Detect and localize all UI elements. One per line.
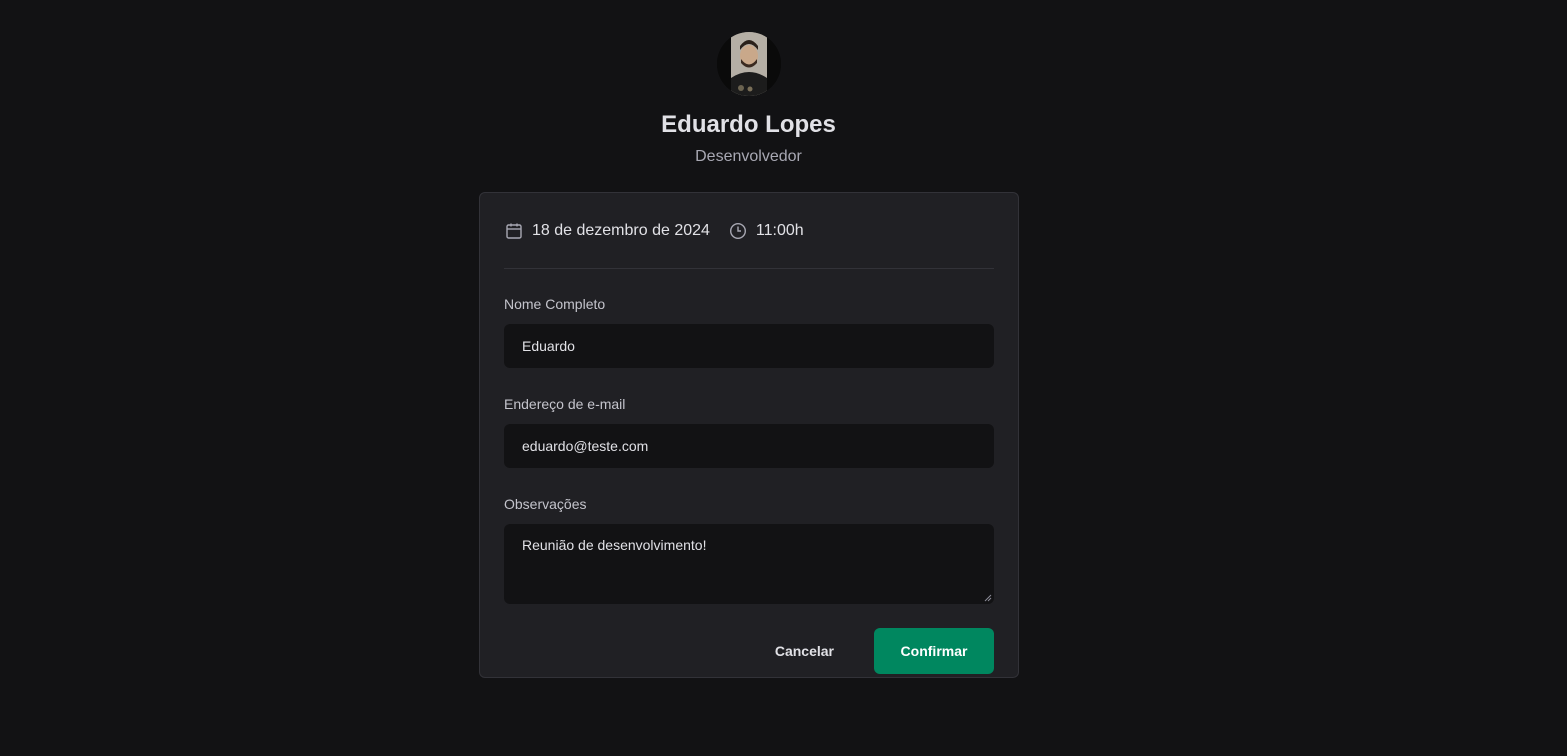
clock-icon [728, 221, 748, 241]
schedule-summary: 18 de dezembro de 2024 11:00h [504, 218, 994, 244]
notes-textarea[interactable]: Reunião de desenvolvimento! [504, 524, 994, 604]
name-input-value: Eduardo [522, 338, 575, 354]
profile-name: Eduardo Lopes [661, 111, 836, 138]
schedule-time-text: 11:00h [755, 222, 804, 239]
schedule-date-text: 18 de dezembro de 2024 [532, 222, 710, 239]
profile-role: Desenvolvedor [695, 148, 802, 165]
booking-card: 18 de dezembro de 2024 11:00h Nome Compl… [479, 192, 1019, 678]
profile-header: Eduardo Lopes Desenvolvedor [0, 32, 1497, 167]
name-input[interactable]: Eduardo [504, 324, 994, 368]
divider [504, 268, 994, 269]
resize-grip-icon[interactable] [984, 594, 992, 602]
avatar-photo [716, 32, 781, 96]
form-actions: Cancelar Confirmar [504, 628, 994, 674]
avatar [716, 32, 781, 96]
calendar-icon [504, 221, 524, 241]
booking-page: Eduardo Lopes Desenvolvedor 18 de dezemb… [0, 0, 1567, 756]
notes-textarea-value: Reunião de desenvolvimento! [522, 537, 707, 553]
email-input-value: eduardo@teste.com [522, 438, 649, 454]
notes-label: Observações [504, 496, 587, 512]
email-input[interactable]: eduardo@teste.com [504, 424, 994, 468]
confirm-button[interactable]: Confirmar [874, 628, 994, 674]
cancel-button[interactable]: Cancelar [755, 628, 854, 674]
schedule-date: 18 de dezembro de 2024 [504, 221, 710, 241]
name-label: Nome Completo [504, 296, 606, 312]
email-label: Endereço de e-mail [504, 396, 626, 412]
schedule-time: 11:00h [728, 221, 804, 241]
